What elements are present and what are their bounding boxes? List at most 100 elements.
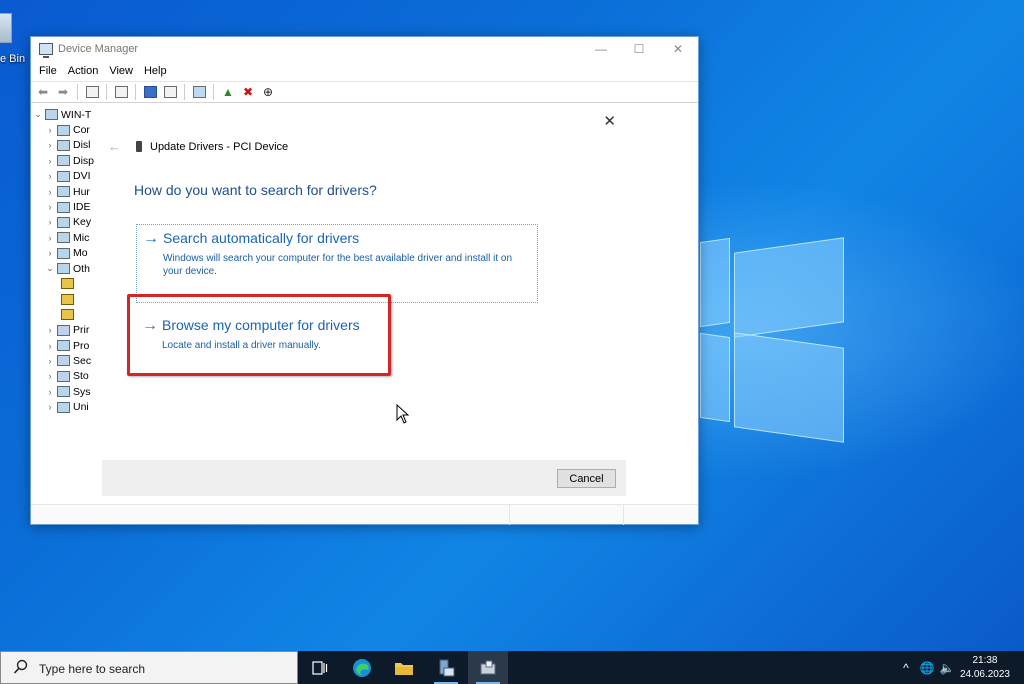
device-category-icon [57,201,70,213]
pci-device-icon [136,141,142,152]
tree-item[interactable]: › Disl [31,138,103,153]
chevron-right-icon[interactable]: › [43,187,57,197]
menu-view[interactable]: View [105,65,140,77]
tree-item-label: Oth [73,262,90,275]
chevron-right-icon[interactable]: › [43,341,57,351]
chevron-right-icon[interactable]: › [43,156,57,166]
scan-hardware-monitor-icon[interactable] [191,84,207,100]
tree-item[interactable] [31,292,103,307]
device-category-icon [57,124,70,136]
tree-item-label: Mo [73,247,88,260]
edge-taskbar-button[interactable] [342,651,382,684]
status-segment [509,505,510,525]
close-window-button[interactable]: ✕ [663,40,693,58]
cancel-button[interactable]: Cancel [557,469,616,488]
task-view-button[interactable] [300,651,340,684]
tree-root[interactable]: ⌄ WIN-T [31,107,103,122]
chevron-down-icon[interactable]: ⌄ [31,109,45,120]
chevron-right-icon[interactable]: › [43,325,57,335]
device-category-icon [57,386,70,398]
tree-item[interactable]: › DVI [31,169,103,184]
properties-icon[interactable] [113,84,129,100]
chevron-right-icon[interactable]: › [43,356,57,366]
chevron-right-icon[interactable]: › [43,202,57,212]
network-icon[interactable]: 🌐 [918,651,936,684]
device-manager-app-icon [39,43,53,58]
volume-icon[interactable]: 🔈 [938,651,956,684]
help-icon[interactable] [142,84,158,100]
device-category-icon [57,170,70,182]
server-manager-taskbar-button[interactable] [426,651,466,684]
tree-item[interactable]: › Key [31,215,103,230]
search-automatically-option[interactable]: → Search automatically for drivers Windo… [136,224,538,303]
clock-date: 24.06.2023 [959,669,1010,680]
tree-item-label: Hur [73,185,90,198]
tree-item[interactable]: › Hur [31,184,103,199]
uninstall-device-icon[interactable]: ✖ [240,84,256,100]
forward-arrow-icon[interactable]: ➡ [55,84,71,100]
tree-item[interactable]: › Pro [31,338,103,353]
device-manager-taskbar-button[interactable] [468,651,508,684]
chevron-right-icon[interactable]: › [43,387,57,397]
taskbar-clock[interactable]: 21:38 24.06.2023 [960,654,1010,682]
tree-item-label: Disl [73,139,91,152]
taskbar-search-box[interactable]: Type here to search [0,651,298,684]
tree-item-label: Pro [73,339,90,352]
action-pane-icon[interactable] [162,84,178,100]
device-category-icon [57,324,70,336]
tree-item-label: Sys [73,385,91,398]
recycle-bin-icon [0,13,12,43]
tree-item-label: Sec [73,354,92,367]
dialog-question: How do you want to search for drivers? [134,182,377,198]
dialog-title: Update Drivers - PCI Device [150,141,289,153]
chevron-right-icon[interactable]: › [43,217,57,227]
menu-bar: File Action View Help [31,61,698,81]
chevron-right-icon[interactable]: › [43,125,57,135]
chevron-right-icon[interactable]: › [43,233,57,243]
tree-item[interactable]: › Cor [31,122,103,137]
tree-item[interactable]: › Prir [31,322,103,337]
back-arrow-icon[interactable]: ← [108,139,121,154]
menu-help[interactable]: Help [140,65,174,77]
tree-item-label: Key [73,216,92,229]
chevron-right-icon[interactable]: › [43,171,57,181]
minimize-button[interactable]: — [586,40,616,58]
chevron-right-icon[interactable]: › [43,371,57,381]
title-bar[interactable]: Device Manager — ☐ ✕ [31,37,698,61]
chevron-right-icon[interactable]: › [43,140,57,150]
device-category-icon [57,216,70,228]
chevron-right-icon[interactable]: › [43,248,57,258]
tree-item[interactable]: › Disp [31,153,103,168]
tree-item[interactable]: › Mo [31,246,103,261]
enable-device-icon[interactable]: ⊕ [260,84,276,100]
tree-item[interactable] [31,307,103,322]
tree-item[interactable] [31,276,103,291]
tree-item-label: Uni [73,401,89,414]
chevron-down-icon[interactable]: ⌄ [43,263,57,274]
chevron-right-icon[interactable]: › [43,402,57,412]
tree-item[interactable]: › Uni [31,399,103,414]
tree-item[interactable]: › IDE [31,199,103,214]
tree-item-label: Prir [73,324,90,337]
dialog-footer: Cancel [102,460,626,496]
tree-item[interactable]: ⌄ Oth [31,261,103,276]
tree-item[interactable]: › Sto [31,369,103,384]
tree-item[interactable]: › Sys [31,384,103,399]
menu-file[interactable]: File [35,65,64,77]
update-driver-icon[interactable]: ▲ [220,84,236,100]
tray-chevron-up-icon[interactable]: ^ [898,651,914,684]
tree-item-label: Disp [73,154,95,167]
file-explorer-taskbar-button[interactable] [384,651,424,684]
maximize-button[interactable]: ☐ [624,40,654,58]
search-automatically-description: Windows will search your computer for th… [163,253,513,277]
search-placeholder: Type here to search [39,662,146,676]
tree-item[interactable]: › Mic [31,230,103,245]
recycle-bin-shortcut[interactable]: e Bin [0,5,25,65]
device-category-icon [57,370,70,382]
menu-action[interactable]: Action [64,65,106,77]
device-category-icon [57,139,70,151]
show-hide-console-tree-icon[interactable] [84,84,100,100]
back-arrow-icon[interactable]: ⬅ [35,84,51,100]
tree-item[interactable]: › Sec [31,353,103,368]
close-dialog-button[interactable]: ✕ [603,112,616,130]
